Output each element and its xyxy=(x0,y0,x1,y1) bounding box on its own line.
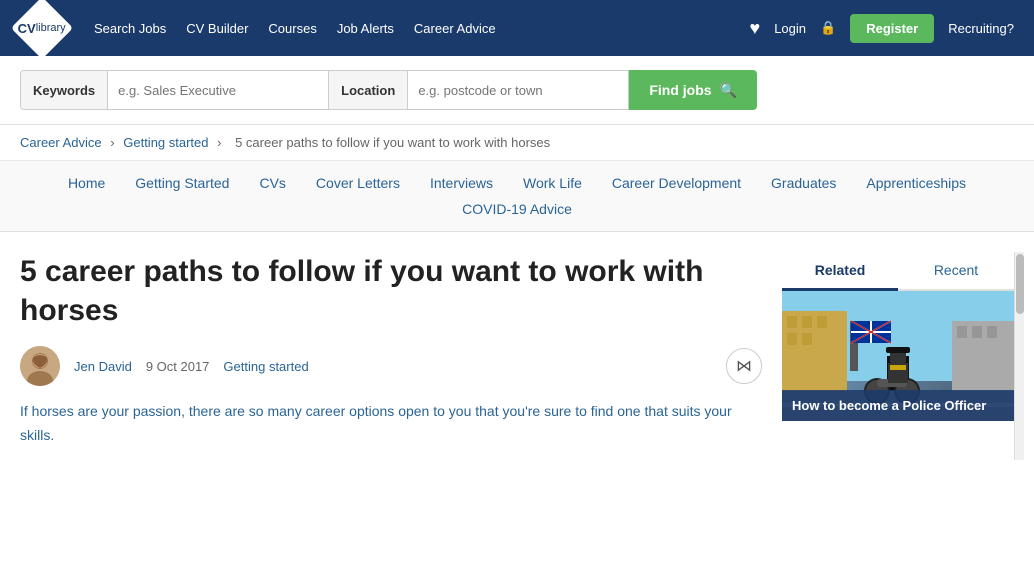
nav-search-jobs[interactable]: Search Jobs xyxy=(94,21,166,36)
article-paragraph-1: If horses are your passion, there are so… xyxy=(20,400,762,448)
breadcrumb-separator-1: › xyxy=(110,135,118,150)
nav-courses[interactable]: Courses xyxy=(268,21,316,36)
sidebar-card[interactable]: How to become a Police Officer xyxy=(782,291,1014,421)
favorites-icon[interactable]: ♥ xyxy=(750,18,761,39)
category-nav: Home Getting Started CVs Cover Letters I… xyxy=(0,161,1034,232)
cat-covid[interactable]: COVID-19 Advice xyxy=(462,201,572,217)
cat-home[interactable]: Home xyxy=(68,175,105,191)
find-jobs-label: Find jobs xyxy=(649,82,711,98)
article-text-highlight: If horses are your passion, there are so… xyxy=(20,403,732,443)
location-input[interactable] xyxy=(408,71,628,109)
scrollbar-thumb[interactable] xyxy=(1016,254,1024,314)
breadcrumb-career-advice[interactable]: Career Advice xyxy=(20,135,102,150)
cat-graduates[interactable]: Graduates xyxy=(771,175,836,191)
main-nav: Search Jobs CV Builder Courses Job Alert… xyxy=(94,21,730,36)
share-icon: ⋈ xyxy=(736,356,752,376)
breadcrumb-separator-2: › xyxy=(217,135,225,150)
logo-cv: CV xyxy=(18,22,36,35)
main-content: 5 career paths to follow if you want to … xyxy=(0,232,1034,480)
site-header: CV library Search Jobs CV Builder Course… xyxy=(0,0,1034,56)
login-link[interactable]: Login xyxy=(774,21,806,36)
nav-job-alerts[interactable]: Job Alerts xyxy=(337,21,394,36)
category-nav-primary: Home Getting Started CVs Cover Letters I… xyxy=(20,175,1014,191)
logo[interactable]: CV library xyxy=(20,6,64,50)
article-category[interactable]: Getting started xyxy=(223,359,308,374)
register-button[interactable]: Register xyxy=(850,14,934,43)
find-jobs-button[interactable]: Find jobs 🔍 xyxy=(629,70,757,110)
cat-apprenticeships[interactable]: Apprenticeships xyxy=(866,175,966,191)
article-body: If horses are your passion, there are so… xyxy=(20,400,762,448)
avatar-image xyxy=(20,346,60,386)
article-date: 9 Oct 2017 xyxy=(146,359,210,374)
scrollbar[interactable] xyxy=(1014,252,1024,460)
sidebar-tabs: Related Recent xyxy=(782,252,1014,291)
breadcrumb-getting-started[interactable]: Getting started xyxy=(123,135,208,150)
category-nav-secondary: COVID-19 Advice xyxy=(20,201,1014,217)
header-right: ♥ Login 🔒 Register Recruiting? xyxy=(750,14,1014,43)
nav-career-advice[interactable]: Career Advice xyxy=(414,21,496,36)
keywords-field: Keywords xyxy=(20,70,329,110)
article-title: 5 career paths to follow if you want to … xyxy=(20,252,762,330)
breadcrumb-current: 5 career paths to follow if you want to … xyxy=(235,135,550,150)
search-bar: Keywords Location Find jobs 🔍 xyxy=(0,56,1034,125)
cat-cvs[interactable]: CVs xyxy=(259,175,285,191)
location-label: Location xyxy=(329,71,408,109)
sidebar-card-caption: How to become a Police Officer xyxy=(782,390,1014,421)
location-field: Location xyxy=(329,70,629,110)
logo-library: library xyxy=(36,23,66,34)
sidebar: Related Recent xyxy=(782,252,1014,460)
cat-getting-started[interactable]: Getting Started xyxy=(135,175,229,191)
cat-cover-letters[interactable]: Cover Letters xyxy=(316,175,400,191)
cat-work-life[interactable]: Work Life xyxy=(523,175,582,191)
sidebar-card-image: How to become a Police Officer xyxy=(782,291,1014,421)
tab-recent[interactable]: Recent xyxy=(898,252,1014,289)
cat-career-development[interactable]: Career Development xyxy=(612,175,741,191)
lock-icon: 🔒 xyxy=(820,20,836,36)
keywords-input[interactable] xyxy=(108,71,328,109)
article: 5 career paths to follow if you want to … xyxy=(20,252,762,460)
nav-cv-builder[interactable]: CV Builder xyxy=(186,21,248,36)
keywords-label: Keywords xyxy=(21,71,108,109)
share-button[interactable]: ⋈ xyxy=(726,348,762,384)
cat-interviews[interactable]: Interviews xyxy=(430,175,493,191)
recruiting-link[interactable]: Recruiting? xyxy=(948,21,1014,36)
breadcrumb: Career Advice › Getting started › 5 care… xyxy=(0,125,1034,161)
article-meta: Jen David 9 Oct 2017 Getting started ⋈ xyxy=(20,346,762,386)
search-icon: 🔍 xyxy=(720,82,737,99)
tab-related[interactable]: Related xyxy=(782,252,898,291)
author-name[interactable]: Jen David xyxy=(74,359,132,374)
author-avatar xyxy=(20,346,60,386)
